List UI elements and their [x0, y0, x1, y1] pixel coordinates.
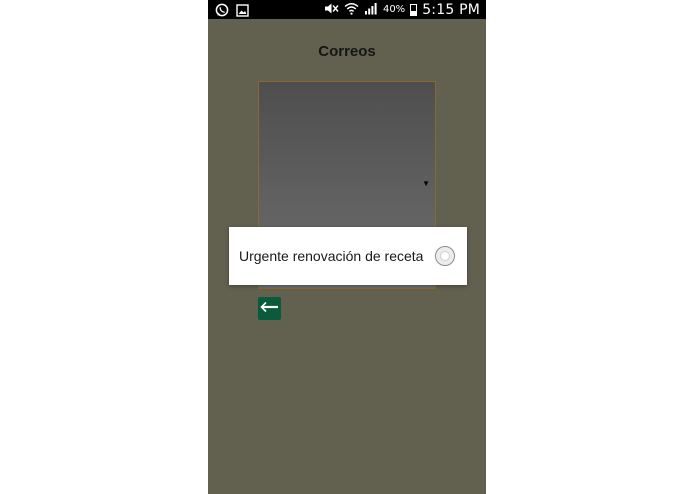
- page-title: Correos: [318, 43, 376, 60]
- status-time: 5:15 PM: [422, 1, 480, 18]
- status-bar: 40% 5:15 PM: [208, 0, 486, 19]
- back-button[interactable]: [258, 297, 281, 320]
- mute-icon: [323, 0, 339, 19]
- battery-icon: [410, 3, 418, 16]
- radio-inner-dot: [440, 251, 450, 261]
- wifi-icon: [344, 0, 359, 19]
- signal-icon: [364, 0, 378, 19]
- battery-fill: [411, 10, 417, 15]
- status-bar-left: [215, 2, 249, 21]
- arrow-left-icon: [260, 300, 279, 318]
- option-radio-button[interactable]: [435, 246, 455, 266]
- dropdown-arrow-icon: ▼: [422, 179, 430, 188]
- option-label[interactable]: Urgente renovación de receta: [239, 248, 423, 264]
- option-dialog: Urgente renovación de receta: [229, 227, 467, 285]
- whatsapp-icon: [215, 2, 229, 21]
- status-bar-right: 40% 5:15 PM: [323, 0, 480, 19]
- gallery-icon: [236, 2, 249, 21]
- battery-percent: 40%: [382, 4, 406, 15]
